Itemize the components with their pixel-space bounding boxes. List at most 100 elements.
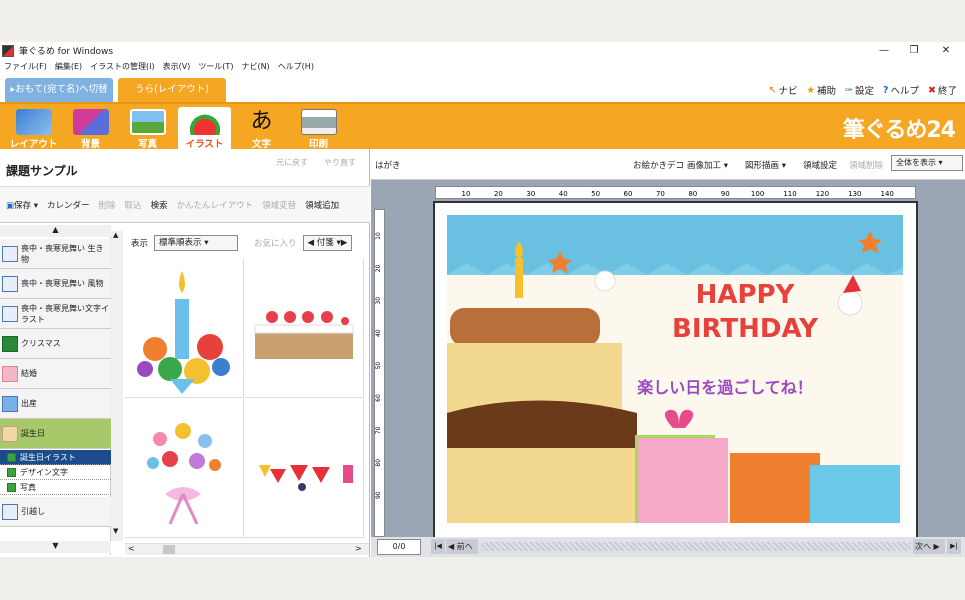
favorite-button[interactable]: お気に入り xyxy=(254,237,297,249)
ruler-h-label: 110 xyxy=(783,190,796,198)
birthday-card-design: HAPPY BIRTHDAY 楽しい日を過ごしてね！ xyxy=(447,215,903,523)
strawberry-illustration xyxy=(259,465,353,491)
next-page-button[interactable]: 次へ ▶ xyxy=(913,539,945,554)
menu-edit[interactable]: 編集(E) xyxy=(51,61,86,72)
cake-illustration xyxy=(254,311,354,359)
vertical-ruler-ticks: 10 20 30 40 50 60 70 80 90 xyxy=(375,232,382,499)
ruler-v-label: 60 xyxy=(375,394,382,402)
tool-background[interactable]: 背景 xyxy=(64,107,117,151)
maximize-button[interactable]: ❐ xyxy=(898,42,930,59)
settings-link[interactable]: ✑ 設定 xyxy=(845,83,874,98)
scroll-thumb[interactable] xyxy=(163,545,175,554)
card-icon xyxy=(2,275,18,292)
category-item[interactable]: クリスマス xyxy=(0,329,111,359)
sample-panel: 課題サンプル 元に戻す やり直す ▣保存 ▾ カレンダー 削除 取込 検索 かん… xyxy=(0,149,370,557)
save-button[interactable]: ▣保存 ▾ xyxy=(6,199,38,211)
easy-layout-button[interactable]: かんたんレイアウト xyxy=(177,199,254,211)
image-edit-button[interactable]: 画像加工 ▾ xyxy=(687,159,728,171)
menu-bar: ファイル(F) 編集(E) イラストの管理(I) 表示(V) ツール(T) ナビ… xyxy=(0,59,965,73)
horizontal-ruler-ticks: 10 20 30 40 50 60 70 80 90 100 110 120 130 140 xyxy=(462,190,894,198)
shape-draw-button[interactable]: 図形描画 ▾ xyxy=(745,159,786,171)
category-item[interactable]: 出産 xyxy=(0,389,111,419)
tool-text[interactable]: あ 文字 xyxy=(235,107,288,151)
close-button[interactable]: ✕ xyxy=(930,42,962,59)
scroll-up-button[interactable]: ▲ xyxy=(0,225,111,237)
ruler-h-label: 130 xyxy=(848,190,861,198)
thumbnail-horizontal-scrollbar[interactable]: < > xyxy=(125,543,369,555)
menu-illustration[interactable]: イラストの管理(I) xyxy=(86,61,158,72)
subcategory-item[interactable]: 写真 xyxy=(0,480,111,495)
draw-deco-button[interactable]: お絵かきデコ xyxy=(633,159,684,171)
search-button[interactable]: 検索 xyxy=(151,199,168,211)
menu-navi[interactable]: ナビ(N) xyxy=(237,61,273,72)
scroll-left-arrow-icon: < xyxy=(128,544,135,553)
postcard-canvas[interactable]: HAPPY BIRTHDAY 楽しい日を過ごしてね！ xyxy=(433,201,918,539)
postcard-label: はがき xyxy=(375,161,401,171)
folder-icon xyxy=(7,452,16,462)
tool-layout[interactable]: レイアウト xyxy=(7,107,60,151)
subcategory-selected[interactable]: 誕生日イラスト xyxy=(0,450,111,465)
candle-bouquet-illustration xyxy=(137,271,230,394)
menu-help[interactable]: ヘルプ(H) xyxy=(274,61,318,72)
category-item-selected[interactable]: 誕生日 xyxy=(0,419,111,449)
tag-select[interactable]: ◀ 付箋 ▾▶ xyxy=(302,235,353,251)
page-scroll-track[interactable] xyxy=(481,542,911,551)
ruler-v-label: 10 xyxy=(375,232,382,240)
ruler-h-label: 10 xyxy=(462,190,471,198)
moving-icon xyxy=(2,503,18,520)
first-page-button[interactable]: |◀ xyxy=(431,539,445,554)
add-region-button[interactable]: 領域追加 xyxy=(305,199,339,211)
redo-button[interactable]: やり直す xyxy=(324,157,356,168)
illustration-thumb-cake[interactable] xyxy=(245,259,364,398)
illustration-thumb-flower-bouquet[interactable] xyxy=(125,399,244,538)
navi-link[interactable]: ↖ ナビ xyxy=(768,83,797,98)
category-item[interactable]: 引越し xyxy=(0,497,111,527)
scroll-up-arrow-icon: ▲ xyxy=(113,231,119,239)
prev-page-button[interactable]: ◀ 前へ xyxy=(446,539,478,554)
tool-photo[interactable]: 写真 xyxy=(121,107,174,151)
illustration-thumb-strawberries[interactable] xyxy=(245,399,364,538)
vertical-ruler: 10 20 30 40 50 60 70 80 90 xyxy=(374,209,385,537)
region-delete-button[interactable]: 領域削除 xyxy=(849,159,883,171)
menu-file[interactable]: ファイル(F) xyxy=(0,61,51,72)
sample-panel-header: 課題サンプル 元に戻す やり直す xyxy=(0,149,370,187)
category-item[interactable]: 結婚 xyxy=(0,359,111,389)
last-page-button[interactable]: ▶| xyxy=(947,539,961,554)
tool-print[interactable]: 印刷 xyxy=(292,107,345,151)
menu-view[interactable]: 表示(V) xyxy=(159,61,195,72)
tool-illustration[interactable]: イラスト xyxy=(178,107,231,151)
ruler-v-label: 40 xyxy=(375,329,382,337)
ruler-h-label: 80 xyxy=(688,190,697,198)
ruler-h-label: 100 xyxy=(751,190,764,198)
import-button[interactable]: 取込 xyxy=(125,199,142,211)
scroll-down-button[interactable]: ▼ xyxy=(0,541,111,553)
ruler-v-label: 50 xyxy=(375,362,382,370)
cake-icon xyxy=(2,425,18,442)
ruler-h-label: 140 xyxy=(881,190,894,198)
undo-button[interactable]: 元に戻す xyxy=(276,157,308,168)
ruler-h-label: 40 xyxy=(559,190,568,198)
ruler-h-label: 50 xyxy=(591,190,600,198)
sort-select[interactable]: 標準順表示 ▾ xyxy=(154,235,239,251)
minimize-button[interactable]: — xyxy=(868,42,900,59)
exit-link[interactable]: ✖ 終了 xyxy=(928,83,957,98)
assist-link[interactable]: ★ 補助 xyxy=(806,83,836,98)
category-item[interactable]: 喪中・喪寒見舞い文字イラスト xyxy=(0,299,111,329)
zoom-select[interactable]: 全体を表示 ▾ xyxy=(891,155,963,171)
tab-back-layout[interactable]: うら(レイアウト) xyxy=(118,78,226,102)
tab-front-address[interactable]: ▸おもて(宛て名)へ切替 xyxy=(5,78,113,102)
question-icon: ? xyxy=(882,84,889,96)
category-item[interactable]: 喪中・喪寒見舞い 風物 xyxy=(0,269,111,299)
delete-button[interactable]: 削除 xyxy=(99,199,116,211)
menu-tools[interactable]: ツール(T) xyxy=(194,61,237,72)
category-item[interactable]: 喪中・喪寒見舞い 生き物 xyxy=(0,239,111,269)
card-title-birthday: BIRTHDAY xyxy=(672,314,819,344)
help-link[interactable]: ? ヘルプ xyxy=(882,83,919,98)
region-settings-button[interactable]: 領域設定 xyxy=(803,159,837,171)
calendar-button[interactable]: カレンダー xyxy=(47,199,90,211)
category-scrollbar[interactable]: ▲ ▼ xyxy=(111,231,123,541)
subcategory-item[interactable]: デザイン文字 xyxy=(0,465,111,480)
illustration-thumb-candle-bouquet[interactable] xyxy=(125,259,244,398)
scroll-right-arrow-icon: > xyxy=(355,544,362,553)
region-swap-button[interactable]: 領域変替 xyxy=(262,199,296,211)
